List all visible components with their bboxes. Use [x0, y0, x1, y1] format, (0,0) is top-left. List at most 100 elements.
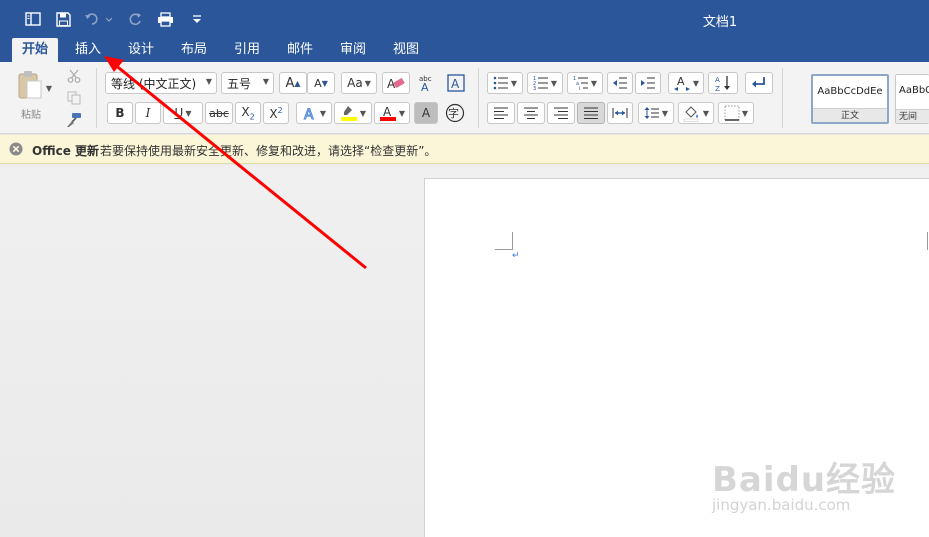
italic-button[interactable]: I [135, 102, 161, 124]
tab-review[interactable]: 审阅 [331, 38, 375, 62]
character-shading-button[interactable]: A [414, 102, 438, 124]
watermark: Baidu经验 jingyan.baidu.com [712, 452, 917, 522]
increase-indent-button[interactable] [635, 72, 661, 94]
enclose-characters-button[interactable]: 字 [442, 102, 468, 124]
align-left-button[interactable] [487, 102, 515, 124]
subscript-icon: X2 [241, 104, 255, 122]
subscript-button[interactable]: X2 [235, 102, 261, 124]
paragraph-mark-icon: ↵ [512, 251, 520, 261]
sidebar-toggle-icon[interactable] [23, 9, 43, 29]
strikethrough-button[interactable]: abc [205, 102, 233, 124]
show-formatting-button[interactable] [745, 72, 773, 94]
character-shading-icon: A [421, 106, 431, 120]
tab-references[interactable]: 引用 [225, 38, 269, 62]
style-normal-label: 正文 [813, 108, 887, 122]
undo-icon[interactable] [83, 9, 113, 29]
font-color-icon: A [379, 105, 396, 121]
svg-text:Z: Z [715, 85, 720, 92]
save-icon[interactable] [53, 9, 73, 29]
grow-font-button[interactable]: A ▲ [279, 72, 307, 94]
cut-icon[interactable] [64, 66, 84, 86]
svg-text:A: A [715, 76, 720, 84]
svg-text:A: A [421, 81, 429, 92]
bold-button[interactable]: B [107, 102, 133, 124]
format-painter-icon[interactable] [64, 110, 84, 130]
tab-mailings[interactable]: 邮件 [278, 38, 322, 62]
tab-layout[interactable]: 布局 [172, 38, 216, 62]
superscript-icon: X2 [269, 105, 283, 121]
align-right-button[interactable] [547, 102, 575, 124]
justify-icon [584, 107, 598, 119]
borders-button[interactable]: ▼ [718, 102, 754, 124]
tab-home[interactable]: 开始 [12, 38, 58, 62]
ribbon-home: ▼ 粘贴 等线 (中文正文) ▼ 五号 ▼ A ▲ A ▼ Aa ▼ A abc A A B… [0, 62, 929, 134]
change-case-button[interactable]: Aa ▼ [341, 72, 377, 94]
multilevel-list-button[interactable]: 1 a i ▼ [567, 72, 603, 94]
change-case-icon: Aa [347, 76, 363, 90]
font-size-dropdown[interactable]: 五号 ▼ [221, 72, 274, 94]
font-name-value: 等线 (中文正文) [111, 76, 197, 91]
align-right-icon [554, 107, 568, 119]
italic-icon: I [145, 106, 151, 120]
decrease-indent-button[interactable] [607, 72, 633, 94]
svg-text:A: A [451, 77, 460, 91]
strikethrough-icon: abc [209, 106, 229, 120]
numbering-button[interactable]: 1 2 3 ▼ [527, 72, 563, 94]
text-effects-button[interactable]: A ▼ [296, 102, 332, 124]
underline-button[interactable]: U ▼ [163, 102, 203, 124]
justify-button[interactable] [577, 102, 605, 124]
separator [478, 68, 479, 128]
tab-insert[interactable]: 插入 [66, 38, 110, 62]
paste-button[interactable]: ▼ [10, 68, 52, 102]
line-spacing-button[interactable]: ▼ [638, 102, 674, 124]
font-name-dropdown[interactable]: 等线 (中文正文) ▼ [105, 72, 217, 94]
clear-formatting-button[interactable]: A [382, 72, 410, 94]
character-border-icon: A [447, 74, 465, 92]
text-effects-icon: A [303, 107, 314, 122]
distributed-button[interactable] [607, 102, 633, 124]
multilevel-list-icon: 1ai [573, 76, 588, 90]
document-title: 文档1 [702, 15, 738, 30]
shrink-font-button[interactable]: A ▼ [307, 72, 335, 94]
style-no-spacing[interactable]: AaBbCcDdE 无间 [895, 74, 929, 124]
shrink-font-icon: A [314, 76, 322, 90]
align-center-button[interactable] [517, 102, 545, 124]
print-icon[interactable] [155, 9, 175, 29]
svg-text:A: A [383, 105, 392, 119]
distributed-icon [612, 108, 628, 118]
phonetic-guide-button[interactable]: abc A [414, 72, 440, 94]
tab-view[interactable]: 视图 [384, 38, 428, 62]
message-title: Office 更新 [32, 144, 100, 158]
customize-toolbar-icon[interactable] [187, 9, 207, 29]
font-color-button[interactable]: A ▼ [374, 102, 410, 124]
svg-text:3: 3 [533, 86, 536, 90]
line-spacing-icon [644, 107, 659, 119]
svg-text:A: A [304, 107, 314, 121]
ribbon-tabs: 开始 插入 设计 布局 引用 邮件 审阅 视图 [0, 38, 929, 62]
align-left-icon [494, 107, 508, 119]
redo-icon[interactable] [125, 9, 145, 29]
increase-indent-icon [641, 77, 655, 89]
sort-button[interactable]: AZ [708, 72, 738, 94]
svg-text:i: i [579, 86, 580, 90]
bullets-button[interactable]: ▼ [487, 72, 523, 94]
message-text: 若要保持使用最新安全更新、修复和改进，请选择“检查更新”。 [100, 144, 437, 158]
bullets-icon [493, 76, 508, 90]
eraser-icon: A [387, 77, 405, 91]
font-size-value: 五号 [227, 76, 252, 91]
style-normal[interactable]: AaBbCcDdEe 正文 [811, 74, 889, 124]
enclose-characters-icon: 字 [448, 107, 459, 120]
character-border-button[interactable]: A [444, 72, 468, 94]
text-direction-button[interactable]: A ▼ [668, 72, 704, 94]
separator [782, 68, 783, 128]
tab-design[interactable]: 设计 [119, 38, 163, 62]
shading-button[interactable]: ▼ [678, 102, 714, 124]
copy-icon[interactable] [64, 88, 84, 108]
close-icon[interactable] [9, 142, 23, 156]
align-center-icon [524, 107, 538, 119]
svg-text:A: A [677, 75, 685, 88]
update-message-bar: Office 更新 若要保持使用最新安全更新、修复和改进，请选择“检查更新”。 [0, 135, 929, 164]
highlight-color-button[interactable]: ▼ [334, 102, 372, 124]
sort-icon: AZ [715, 76, 730, 92]
superscript-button[interactable]: X2 [263, 102, 289, 124]
